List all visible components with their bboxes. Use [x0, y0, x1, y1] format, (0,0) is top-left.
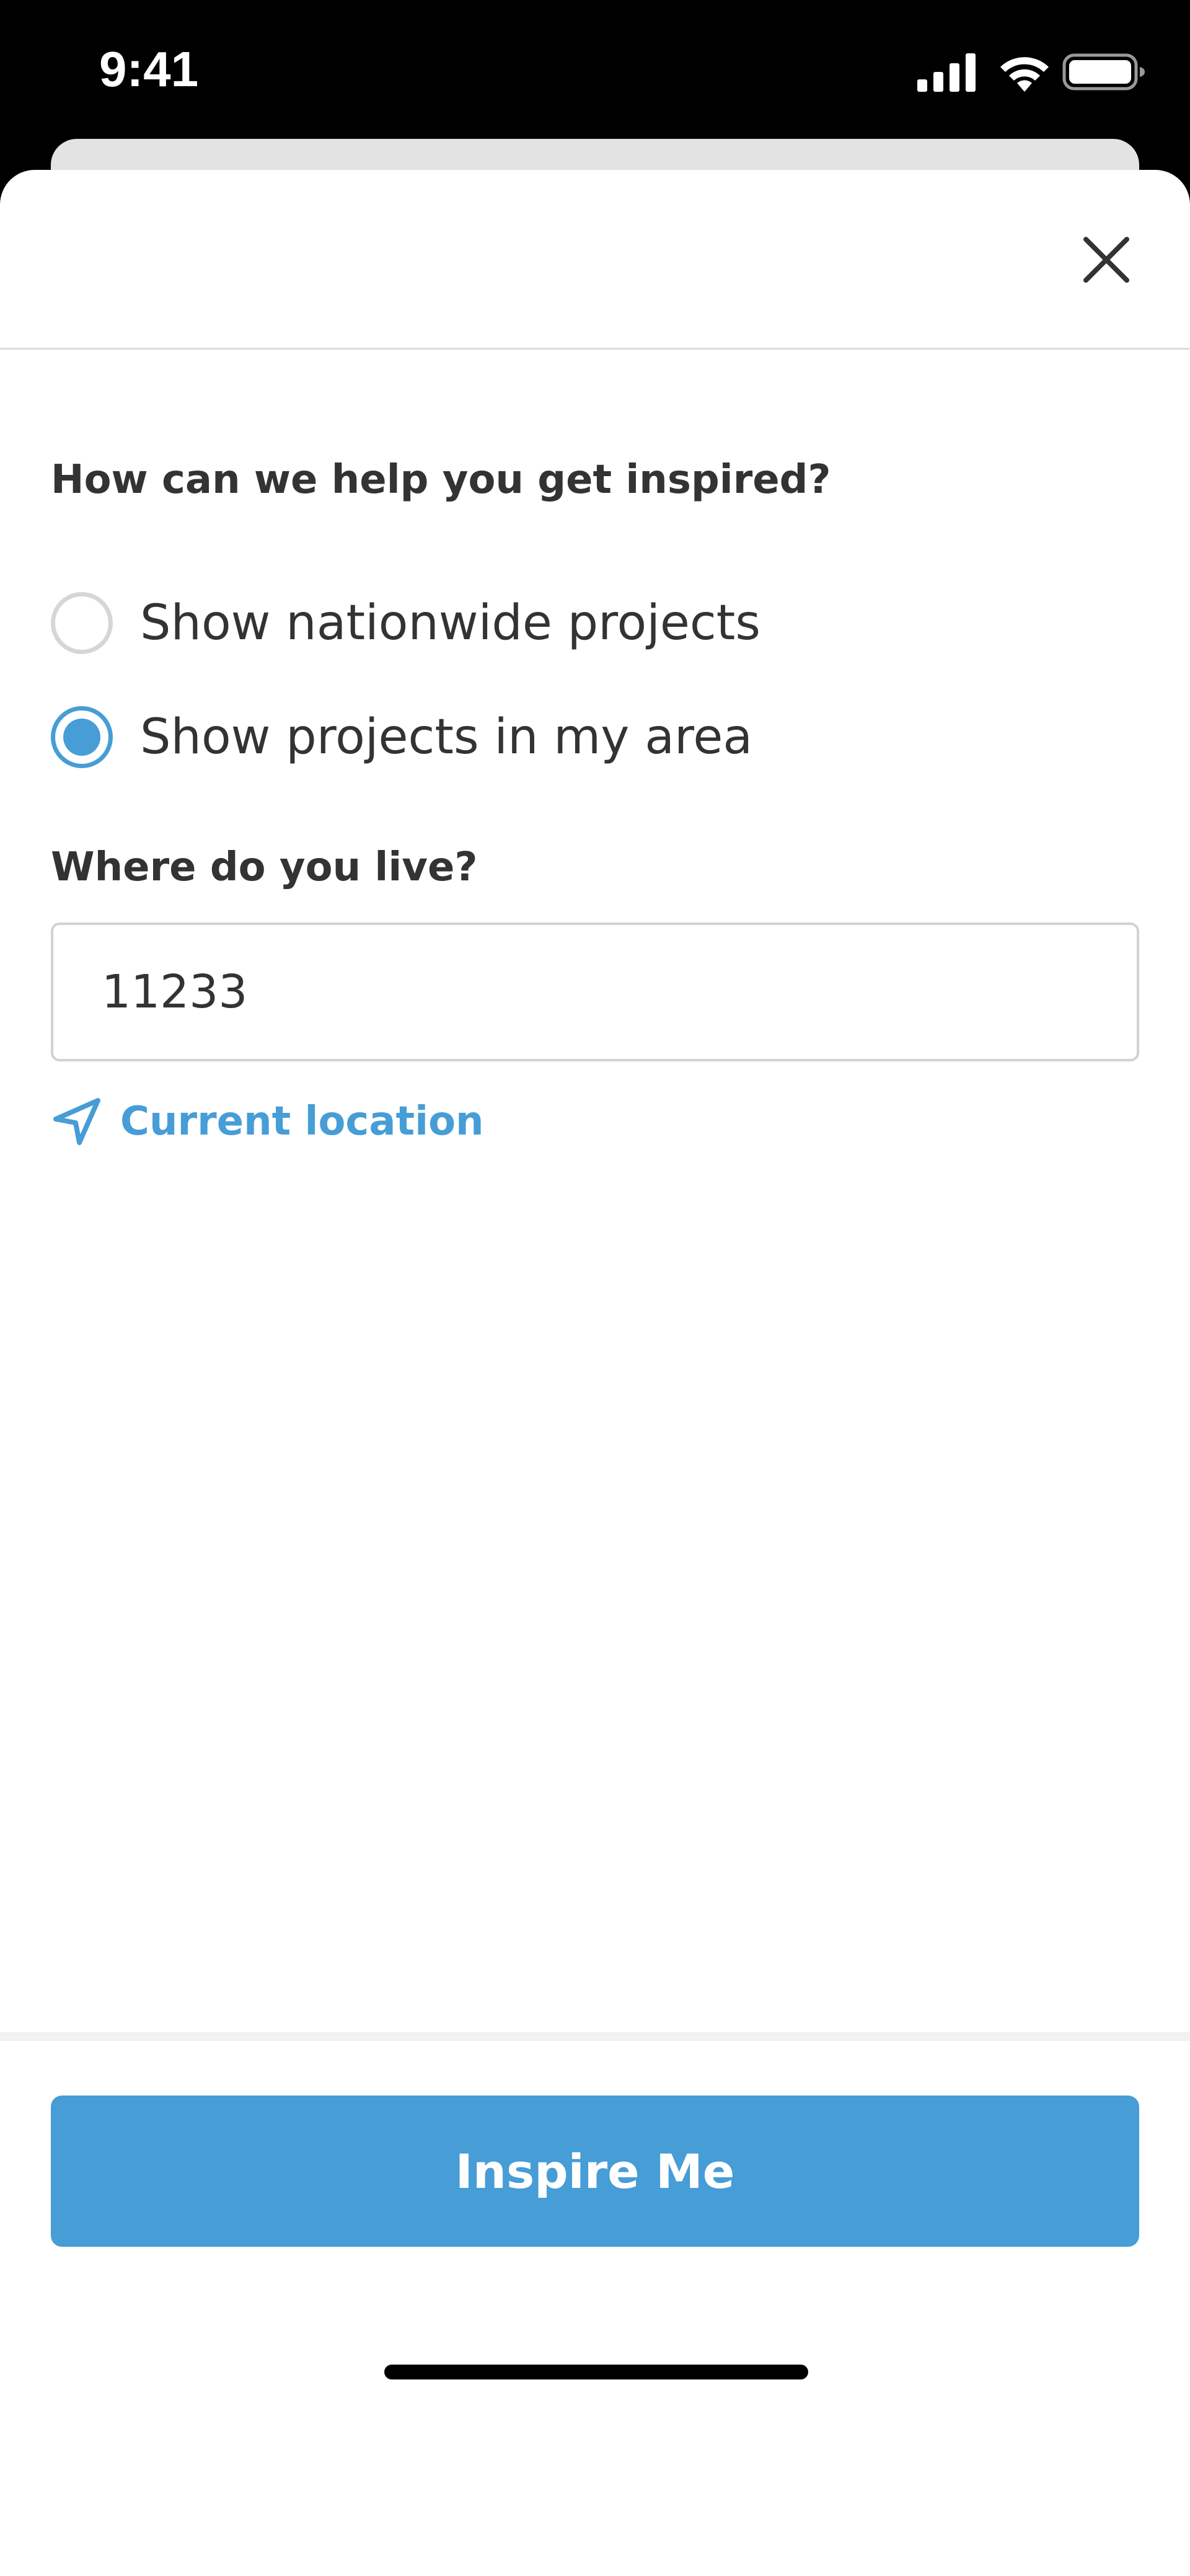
status-time: 9:41 — [99, 42, 199, 97]
radio-label: Show projects in my area — [140, 709, 753, 765]
close-button[interactable] — [1072, 226, 1140, 294]
status-icons — [917, 52, 1147, 95]
home-indicator — [384, 2365, 808, 2379]
footer-divider — [0, 2032, 1190, 2041]
modal-header — [0, 170, 1190, 350]
radio-option-my-area[interactable]: Show projects in my area — [51, 703, 981, 771]
close-icon — [1083, 237, 1129, 283]
question-heading: How can we help you get inspired? — [51, 457, 831, 503]
status-bar: 9:41 — [0, 0, 1190, 143]
wifi-icon — [1000, 57, 1049, 92]
current-location-link[interactable]: Current location — [51, 1087, 484, 1156]
radio-option-nationwide[interactable]: Show nationwide projects — [51, 589, 981, 657]
location-arrow-icon — [53, 1098, 100, 1145]
current-location-label: Current location — [120, 1099, 484, 1144]
location-heading: Where do you live? — [51, 844, 478, 890]
radio-button-unselected[interactable] — [51, 592, 113, 654]
inspire-me-button[interactable]: Inspire Me — [51, 2096, 1139, 2247]
radio-button-selected[interactable] — [51, 706, 113, 768]
radio-label: Show nationwide projects — [140, 595, 761, 651]
zip-code-input[interactable] — [51, 923, 1139, 1061]
battery-icon — [1062, 53, 1145, 91]
cellular-signal-icon — [917, 53, 976, 92]
